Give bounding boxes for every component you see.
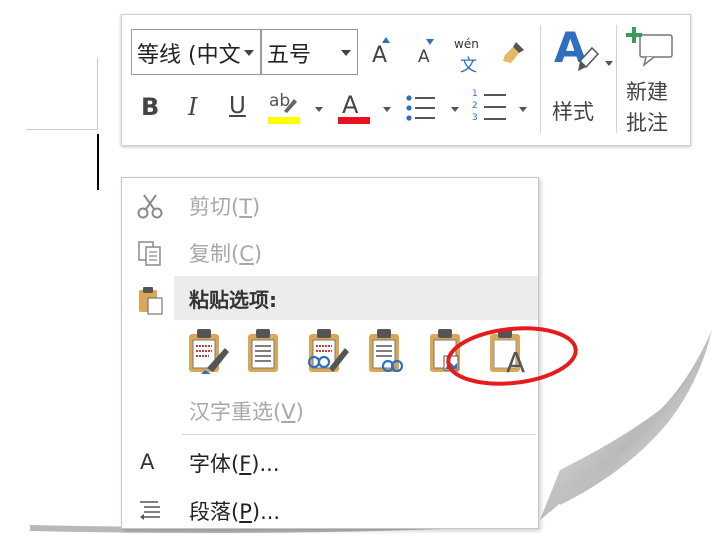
link-and-keep-formatting-icon[interactable] <box>365 328 411 376</box>
font-size-combobox[interactable]: 五号 <box>261 29 358 75</box>
numbering-digit-2: 2 <box>472 101 478 111</box>
chevron-down-icon[interactable] <box>315 107 323 112</box>
highlighter-pen-icon <box>284 99 297 113</box>
highlight-color-button[interactable]: ab <box>266 89 302 127</box>
phonetic-guide-button[interactable]: wén 文 <box>451 35 487 76</box>
shrink-font-button[interactable]: A <box>413 37 437 69</box>
paste-options-header: 粘贴选项: <box>174 276 538 320</box>
font-name-value: 等线 (中文 <box>137 43 241 68</box>
toolbar-separator <box>540 25 541 133</box>
grow-font-button[interactable]: A <box>369 37 393 69</box>
bold-button[interactable]: B <box>138 91 164 123</box>
numbering-line <box>484 118 506 120</box>
chevron-down-icon[interactable] <box>451 107 459 112</box>
font-color-glyph: A <box>342 91 359 119</box>
grow-font-glyph: A <box>372 43 388 68</box>
paste-clipboard-icon <box>139 287 163 315</box>
bold-glyph: B <box>141 93 160 121</box>
new-comment-icon <box>626 27 673 67</box>
menu-item-label: 剪切(T) <box>189 195 261 219</box>
font-icon: A <box>140 450 155 474</box>
copy-icon <box>138 241 161 266</box>
new-comment-label-line1: 新建 <box>626 80 668 104</box>
menu-item-label: 段落(P)... <box>189 500 281 524</box>
menu-item-cut[interactable]: 剪切(T) <box>122 183 538 229</box>
styles-button[interactable]: A 样式 <box>550 23 618 131</box>
numbering-button[interactable]: 1 2 3 <box>472 89 508 127</box>
mini-toolbar: 等线 (中文 五号 A A wén 文 A 样式 新建 批注 B I U ab … <box>121 14 691 146</box>
menu-item-label: 复制(C) <box>189 242 263 266</box>
menu-item-paragraph[interactable]: 段落(P)... <box>122 488 538 528</box>
menu-separator <box>182 434 536 435</box>
shrink-font-glyph: A <box>418 47 430 67</box>
paragraph-icon <box>140 501 160 520</box>
italic-button[interactable]: I <box>184 91 210 123</box>
chevron-down-icon <box>341 50 351 56</box>
italic-glyph: I <box>188 93 198 121</box>
highlight-color-swatch <box>268 117 300 124</box>
menu-item-label: 字体(F)... <box>189 452 280 476</box>
scissors-icon <box>137 194 163 219</box>
phonetic-character: 文 <box>460 56 477 76</box>
numbering-line <box>484 106 506 108</box>
new-comment-button[interactable]: 新建 批注 <box>622 23 688 141</box>
paste-options-label: 粘贴选项: <box>189 288 277 312</box>
styles-label: 样式 <box>552 100 594 124</box>
bullets-button[interactable] <box>405 93 437 123</box>
menu-item-copy[interactable]: 复制(C) <box>122 230 538 276</box>
numbering-digit-3: 3 <box>472 113 478 123</box>
keep-source-formatting-icon[interactable] <box>185 328 231 376</box>
underline-button[interactable]: U <box>226 91 254 125</box>
menu-item-font[interactable]: A 字体(F)... <box>122 440 538 486</box>
phonetic-pinyin: wén <box>454 37 479 51</box>
paintbrush-icon <box>503 42 524 63</box>
chevron-down-icon <box>244 50 254 56</box>
font-color-swatch <box>338 117 370 124</box>
font-name-combobox[interactable]: 等线 (中文 <box>131 29 261 75</box>
merge-formatting-icon[interactable] <box>244 328 290 376</box>
chevron-down-icon <box>605 61 613 66</box>
font-color-button[interactable]: A <box>336 89 370 127</box>
numbering-line <box>484 94 506 96</box>
chevron-down-icon[interactable] <box>383 107 391 112</box>
numbering-digit-1: 1 <box>472 89 478 99</box>
bullets-icon <box>406 95 435 121</box>
arrow-down-icon <box>426 39 434 45</box>
format-painter-button[interactable] <box>499 39 527 67</box>
chevron-down-icon[interactable] <box>519 107 527 112</box>
brush-icon <box>578 46 600 71</box>
menu-item-label: 汉字重选(V) <box>189 400 304 424</box>
underline-glyph: U <box>229 93 246 119</box>
use-destination-styles-icon[interactable] <box>305 328 351 376</box>
annotation-ellipse <box>446 326 578 386</box>
toolbar-separator <box>616 25 617 133</box>
font-size-value: 五号 <box>267 43 312 68</box>
arrow-up-icon <box>382 37 390 43</box>
new-comment-label-line2: 批注 <box>626 111 668 135</box>
